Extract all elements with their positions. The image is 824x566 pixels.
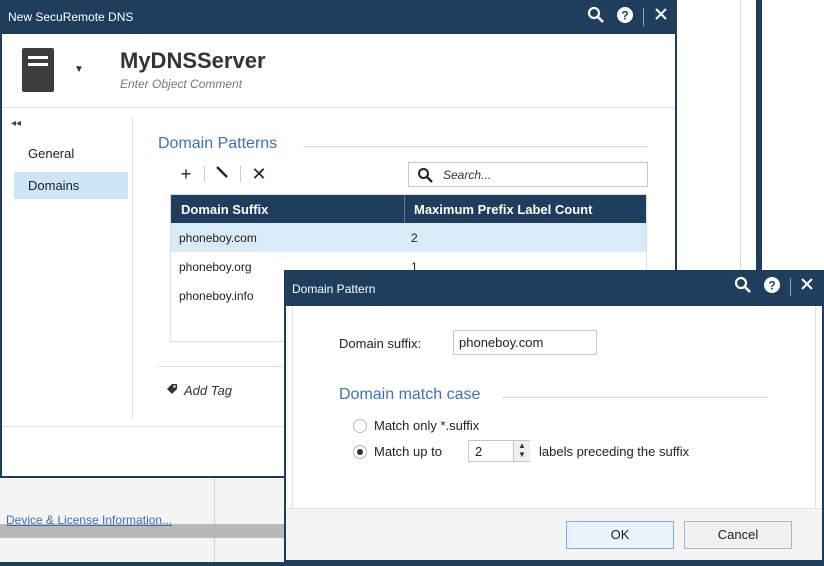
- background-footer-divider: [214, 476, 215, 566]
- nav-item-general[interactable]: General: [14, 140, 128, 167]
- popup-content: Domain suffix: phoneboy.com Domain match…: [292, 306, 816, 510]
- column-header-domain-suffix[interactable]: Domain Suffix: [181, 202, 268, 217]
- labels-count-stepper[interactable]: 2 ▲ ▼: [468, 440, 530, 462]
- help-icon[interactable]: ?: [614, 6, 636, 28]
- search-input[interactable]: Search...: [408, 162, 648, 187]
- search-icon[interactable]: [732, 276, 754, 298]
- object-name[interactable]: MyDNSServer: [120, 48, 266, 74]
- server-icon[interactable]: [22, 48, 54, 92]
- cell-domain-suffix: phoneboy.org: [179, 260, 252, 274]
- main-dialog-title: New SecuRemote DNS: [8, 10, 134, 24]
- labels-count-value: 2: [475, 444, 483, 459]
- radio-match-only-label[interactable]: Match only *.suffix: [374, 418, 479, 433]
- nav-divider: [132, 118, 133, 418]
- object-header: ▼ MyDNSServer Enter Object Comment: [2, 34, 675, 108]
- column-header-max-prefix[interactable]: Maximum Prefix Label Count: [414, 202, 592, 217]
- add-tag-button[interactable]: Add Tag: [166, 383, 232, 398]
- cell-domain-suffix: phoneboy.com: [179, 231, 257, 245]
- collapse-icon[interactable]: ◂◂: [11, 118, 21, 129]
- popup-dialog-title: Domain Pattern: [292, 282, 376, 296]
- background-divider: [740, 0, 741, 270]
- radio-match-up-to[interactable]: [353, 445, 367, 459]
- chevron-down-icon[interactable]: ▼: [74, 64, 84, 75]
- nav-item-domains[interactable]: Domains: [14, 172, 128, 199]
- popup-footer: OK Cancel: [286, 508, 822, 560]
- background-window-edge: [756, 0, 762, 270]
- svg-text:?: ?: [768, 279, 775, 293]
- radio-match-up-to-label[interactable]: Match up to: [374, 444, 442, 459]
- labels-preceding-label: labels preceding the suffix: [539, 444, 690, 459]
- cell-domain-suffix: phoneboy.info: [179, 289, 254, 303]
- titlebar-separator: [643, 8, 644, 26]
- toolbar-separator: [240, 166, 241, 182]
- search-icon: [418, 168, 433, 183]
- help-icon[interactable]: ?: [761, 276, 783, 298]
- search-icon[interactable]: [585, 6, 607, 28]
- titlebar-separator: [790, 278, 791, 296]
- svg-text:?: ?: [621, 9, 628, 23]
- search-placeholder: Search...: [443, 168, 492, 182]
- section-title-domain-match-case: Domain match case: [339, 386, 481, 403]
- radio-match-only[interactable]: [353, 419, 367, 433]
- background-taskbar: [0, 562, 824, 566]
- section-divider: [503, 397, 767, 398]
- table-header: Domain Suffix Maximum Prefix Label Count: [171, 195, 646, 223]
- popup-titlebar[interactable]: Domain Pattern ?: [284, 270, 824, 306]
- stepper-arrows-icon[interactable]: ▲ ▼: [513, 441, 530, 461]
- toolbar-separator: [204, 166, 205, 182]
- cancel-button[interactable]: Cancel: [684, 521, 792, 549]
- domain-suffix-field[interactable]: phoneboy.com: [453, 330, 597, 355]
- cell-max-prefix: 2: [411, 231, 418, 245]
- edit-icon[interactable]: [210, 162, 234, 186]
- column-separator: [404, 195, 405, 223]
- delete-icon[interactable]: ✕: [247, 162, 271, 186]
- close-icon[interactable]: [796, 276, 818, 298]
- domain-pattern-dialog: Domain Pattern ? Domain suffix: phoneboy…: [284, 270, 824, 562]
- tag-icon: [166, 383, 178, 398]
- domain-suffix-label: Domain suffix:: [339, 336, 422, 351]
- add-icon[interactable]: +: [174, 162, 198, 186]
- section-title-domain-patterns: Domain Patterns: [158, 135, 278, 152]
- ok-button[interactable]: OK: [566, 521, 674, 549]
- close-icon[interactable]: [650, 6, 672, 28]
- table-row[interactable]: phoneboy.com 2: [171, 223, 646, 252]
- section-divider: [302, 146, 647, 147]
- object-comment[interactable]: Enter Object Comment: [120, 77, 242, 91]
- device-license-link[interactable]: Device & License Information...: [6, 513, 172, 527]
- content-divider: [158, 366, 288, 367]
- add-tag-label: Add Tag: [184, 383, 232, 398]
- main-titlebar[interactable]: New SecuRemote DNS ?: [0, 0, 677, 34]
